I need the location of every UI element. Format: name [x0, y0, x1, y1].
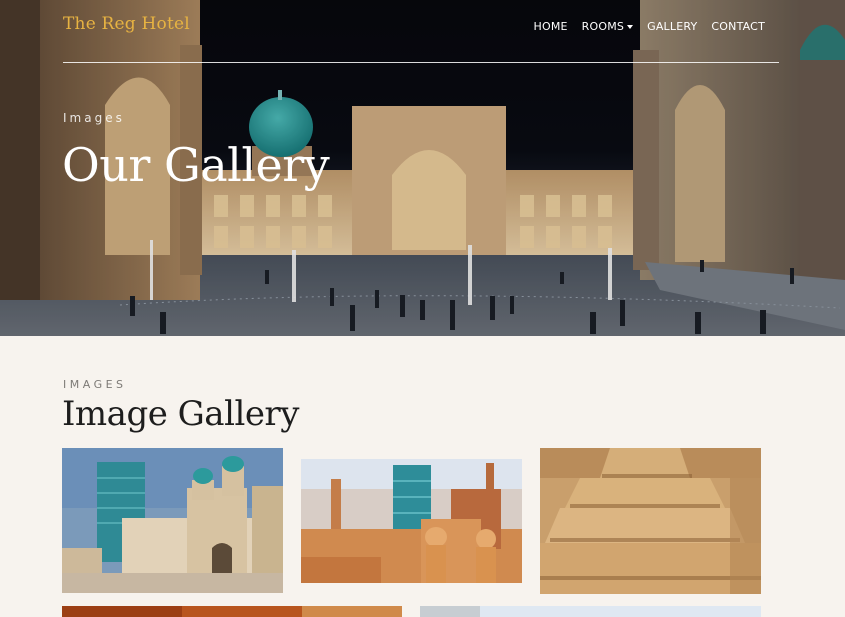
- gallery-eyebrow: IMAGES: [63, 378, 127, 391]
- gallery-image-3[interactable]: [540, 448, 761, 594]
- gallery-title: Image Gallery: [62, 394, 299, 434]
- nav-contact[interactable]: CONTACT: [711, 20, 765, 33]
- caret-down-icon: [627, 24, 634, 29]
- gallery-image-5[interactable]: [420, 606, 761, 617]
- nav-gallery[interactable]: GALLERY: [647, 20, 697, 33]
- main-nav: HOME ROOMS GALLERY CONTACT: [533, 20, 765, 33]
- nav-contact-label: CONTACT: [711, 20, 765, 33]
- nav-rooms-label: ROOMS: [581, 20, 625, 33]
- nav-home-label: HOME: [533, 20, 568, 33]
- brand-logo[interactable]: The Reg Hotel: [63, 14, 190, 34]
- nav-rooms-dropdown[interactable]: ROOMS: [581, 20, 634, 33]
- nav-home[interactable]: HOME: [533, 20, 567, 33]
- hero-banner: The Reg Hotel HOME ROOMS GALLERY CONTACT…: [0, 0, 845, 336]
- gallery-image-4[interactable]: [62, 606, 402, 617]
- page-title: Our Gallery: [62, 138, 330, 192]
- gallery-image-1[interactable]: [62, 448, 283, 593]
- nav-divider: [63, 62, 779, 63]
- hero-eyebrow: Images: [63, 111, 125, 125]
- gallery-image-2[interactable]: [301, 459, 522, 583]
- nav-gallery-label: GALLERY: [647, 20, 698, 33]
